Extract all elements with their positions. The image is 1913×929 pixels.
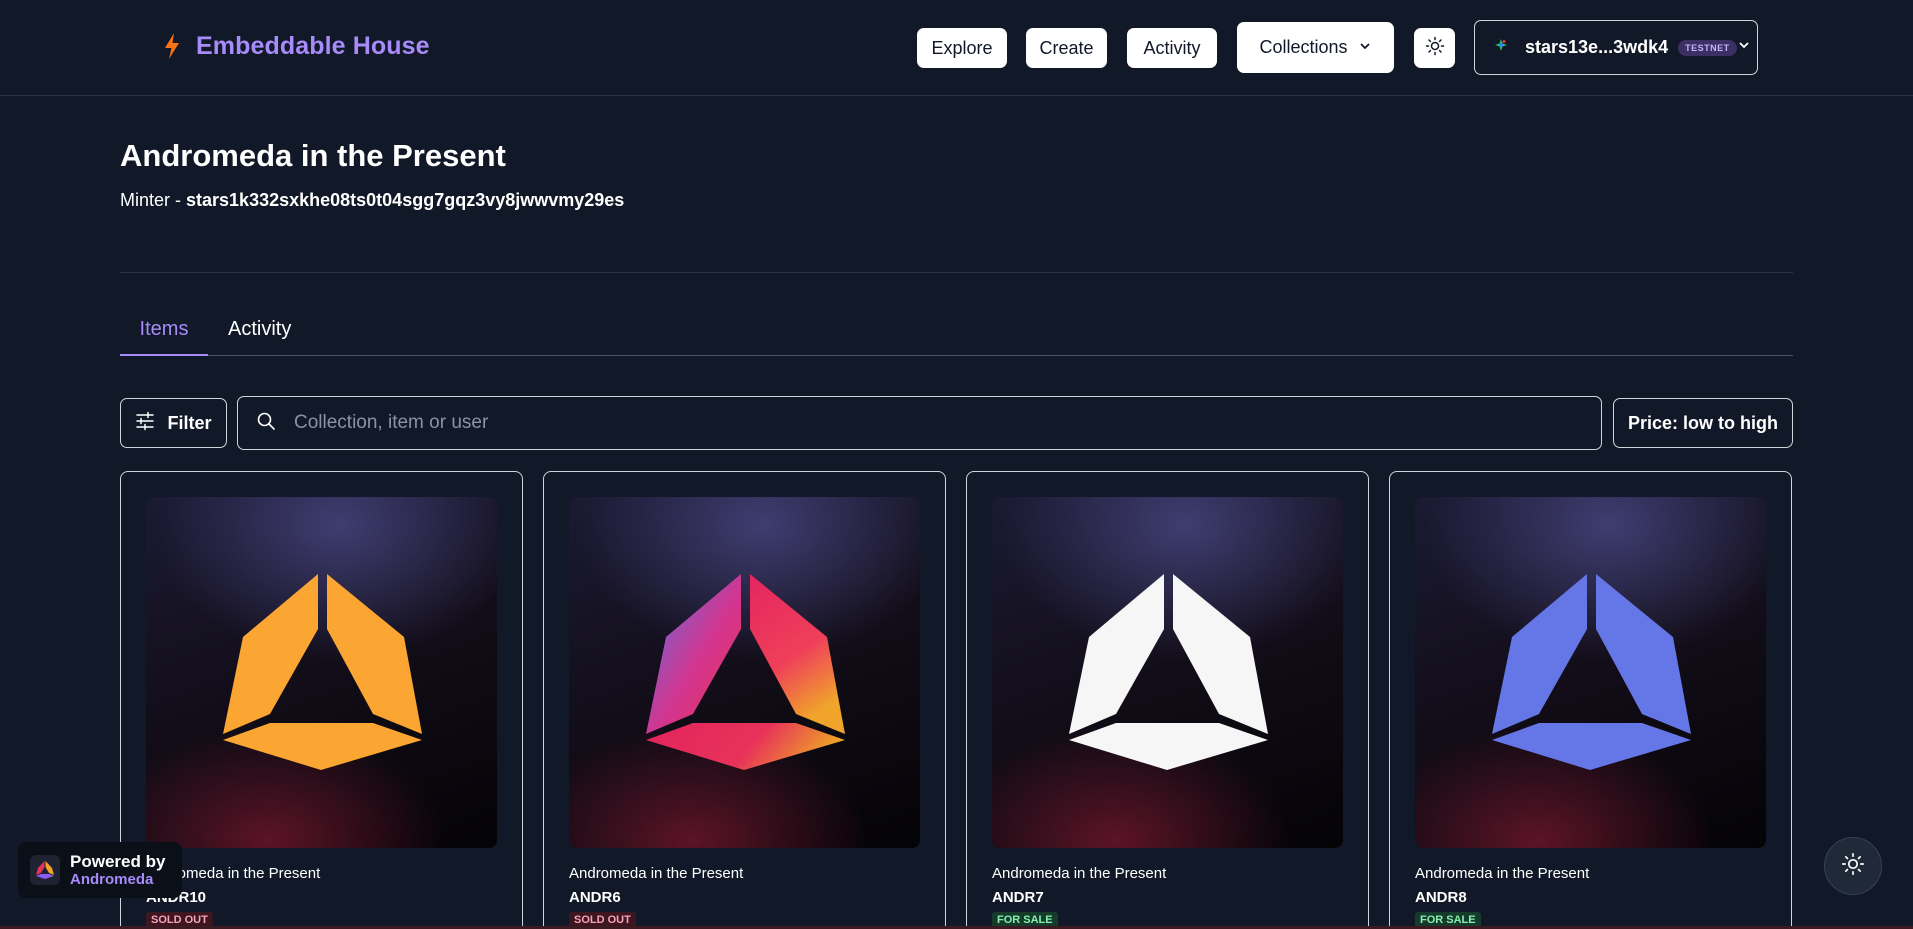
lightning-bolt-icon (162, 31, 182, 61)
chevron-down-icon (1737, 38, 1751, 57)
search-box[interactable] (237, 396, 1602, 450)
nft-card[interactable]: Andromeda in the Present ANDR6 SOLD OUT (543, 471, 946, 929)
top-navbar: Embeddable House Explore Create Activity… (0, 0, 1913, 96)
search-input[interactable] (294, 412, 1544, 434)
filter-label: Filter (167, 412, 212, 433)
page-title: Andromeda in the Present (120, 138, 506, 173)
tab-bar: Items Activity (120, 310, 1793, 356)
andromeda-logo-icon (30, 855, 60, 885)
nft-image[interactable] (992, 497, 1343, 848)
brand-name: Embeddable House (196, 31, 430, 60)
collections-dropdown[interactable]: Collections (1237, 22, 1394, 73)
sun-icon (1841, 852, 1865, 881)
nft-image[interactable] (569, 497, 920, 848)
card-token-id: ANDR7 (992, 889, 1044, 906)
minter-info: Minter - stars1k332sxkhe08ts0t04sgg7gqz3… (120, 190, 624, 211)
theme-toggle-button[interactable] (1414, 28, 1455, 68)
card-collection-name: Andromeda in the Present (1415, 865, 1590, 882)
sliders-icon (135, 411, 155, 436)
keplr-wallet-icon (1493, 37, 1509, 58)
search-icon (256, 411, 276, 436)
nft-card[interactable]: Andromeda in the Present ANDR8 FOR SALE (1389, 471, 1792, 929)
brand[interactable]: Embeddable House (162, 31, 430, 61)
collections-label: Collections (1259, 37, 1348, 57)
nft-image[interactable] (146, 497, 497, 848)
minter-address[interactable]: stars1k332sxkhe08ts0t04sgg7gqz3vy8jwwvmy… (186, 190, 624, 210)
powered-by-text: Powered by Andromeda (70, 852, 165, 888)
powered-by-badge[interactable]: Powered by Andromeda (18, 842, 182, 898)
nft-image[interactable] (1415, 497, 1766, 848)
wallet-address: stars13e...3wdk4 (1525, 37, 1669, 57)
sort-dropdown[interactable]: Price: low to high (1613, 398, 1793, 448)
tab-items[interactable]: Items (120, 318, 208, 356)
andromeda-link[interactable]: Andromeda (70, 871, 165, 888)
divider (120, 272, 1793, 273)
wallet-dropdown[interactable]: stars13e...3wdk4 TESTNET (1474, 20, 1758, 75)
tab-activity[interactable]: Activity (228, 318, 291, 356)
floating-theme-toggle[interactable] (1824, 837, 1882, 895)
card-token-id: ANDR6 (569, 889, 621, 906)
network-badge: TESTNET (1678, 39, 1737, 56)
card-collection-name: Andromeda in the Present (569, 865, 744, 882)
powered-by-label: Powered by (70, 852, 166, 871)
create-button[interactable]: Create (1026, 28, 1107, 68)
card-collection-name: Andromeda in the Present (992, 865, 1167, 882)
card-token-id: ANDR8 (1415, 889, 1467, 906)
andromeda-logo-icon (1492, 574, 1691, 770)
filter-button[interactable]: Filter (120, 398, 227, 448)
activity-nav-button[interactable]: Activity (1127, 28, 1217, 68)
andromeda-logo-icon (1069, 574, 1268, 770)
sun-icon (1425, 36, 1445, 61)
explore-button[interactable]: Explore (917, 28, 1007, 68)
chevron-down-icon (1358, 37, 1372, 58)
nft-card[interactable]: Andromeda in the Present ANDR7 FOR SALE (966, 471, 1369, 929)
andromeda-logo-icon (646, 574, 845, 770)
minter-label: Minter - (120, 190, 187, 210)
andromeda-logo-icon (223, 574, 422, 770)
